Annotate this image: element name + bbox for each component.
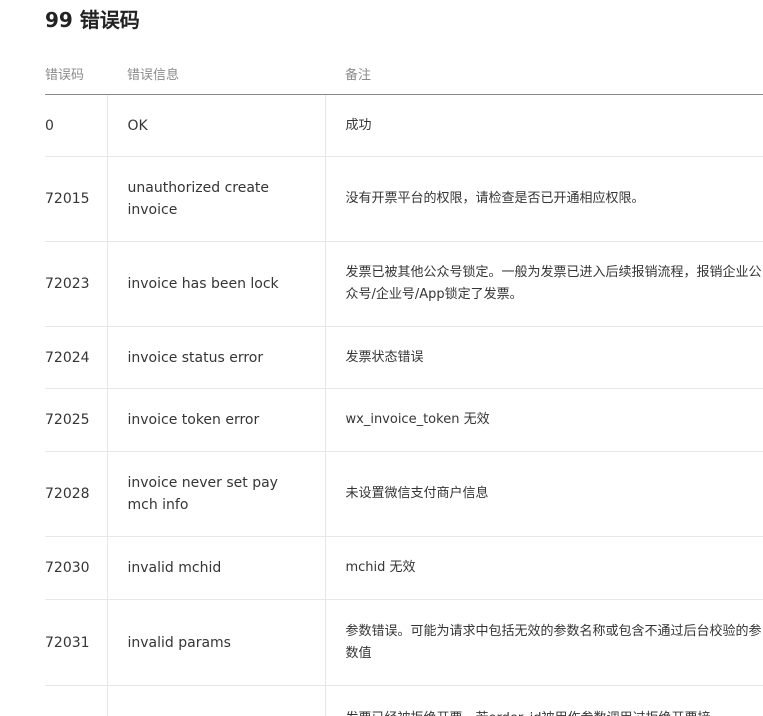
header-note: 备注 [325, 52, 763, 95]
error-note-cell: wx_invoice_token 无效 [325, 388, 763, 452]
error-message-cell [107, 685, 326, 716]
error-note-cell: 发票已经被拒绝开票。若order_id被用作参数调用过拒绝开票接 [325, 685, 763, 716]
error-code-cell: 72030 [45, 536, 108, 600]
error-code-cell: 72028 [45, 451, 108, 537]
error-message-cell: OK [107, 94, 326, 157]
error-message-cell: invoice token error [107, 388, 326, 452]
error-code-cell: 72023 [45, 241, 108, 327]
table-row: 发票已经被拒绝开票。若order_id被用作参数调用过拒绝开票接 [45, 685, 763, 716]
table-row: 72030 invalid mchid mchid 无效 [45, 536, 763, 600]
error-note-cell: 发票已被其他公众号锁定。一般为发票已进入后续报销流程，报销企业公众号/企业号/A… [325, 241, 763, 327]
error-message-cell: invalid mchid [107, 536, 326, 600]
error-message-cell: invoice has been lock [107, 241, 326, 327]
error-code-cell [45, 685, 108, 716]
error-note-cell: 发票状态错误 [325, 326, 763, 389]
table-row: 72015 unauthorized create invoice 没有开票平台… [45, 156, 763, 242]
table-row: 72025 invoice token error wx_invoice_tok… [45, 388, 763, 452]
table-row: 72023 invoice has been lock 发票已被其他公众号锁定。… [45, 241, 763, 327]
table-row: 72028 invoice never set pay mch info 未设置… [45, 451, 763, 537]
error-note-cell: 未设置微信支付商户信息 [325, 451, 763, 537]
error-note-cell: 参数错误。可能为请求中包括无效的参数名称或包含不通过后台校验的参数值 [325, 599, 763, 686]
table-row: 72031 invalid params 参数错误。可能为请求中包括无效的参数名… [45, 599, 763, 686]
error-message-cell: invalid params [107, 599, 326, 686]
error-code-cell: 72025 [45, 388, 108, 452]
section-title: 99 错误码 [45, 8, 140, 32]
error-note-cell: 没有开票平台的权限，请检查是否已开通相应权限。 [325, 156, 763, 242]
table-row: 0 OK 成功 [45, 94, 763, 157]
error-code-cell: 0 [45, 94, 108, 157]
error-message-cell: unauthorized create invoice [107, 156, 326, 242]
error-note-cell: mchid 无效 [325, 536, 763, 600]
table-row: 72024 invoice status error 发票状态错误 [45, 326, 763, 389]
error-note-cell: 成功 [325, 94, 763, 157]
header-message: 错误信息 [107, 52, 325, 95]
error-code-page: 99 错误码 错误码 错误信息 备注 0 OK 成功 72015 unautho… [0, 0, 763, 716]
header-code: 错误码 [45, 52, 107, 95]
error-code-cell: 72031 [45, 599, 108, 686]
error-code-cell: 72015 [45, 156, 108, 242]
error-code-table: 错误码 错误信息 备注 0 OK 成功 72015 unauthorized c… [45, 52, 763, 716]
error-message-cell: invoice never set pay mch info [107, 451, 326, 537]
error-message-cell: invoice status error [107, 326, 326, 389]
table-header: 错误码 错误信息 备注 [45, 52, 763, 95]
error-code-cell: 72024 [45, 326, 108, 389]
